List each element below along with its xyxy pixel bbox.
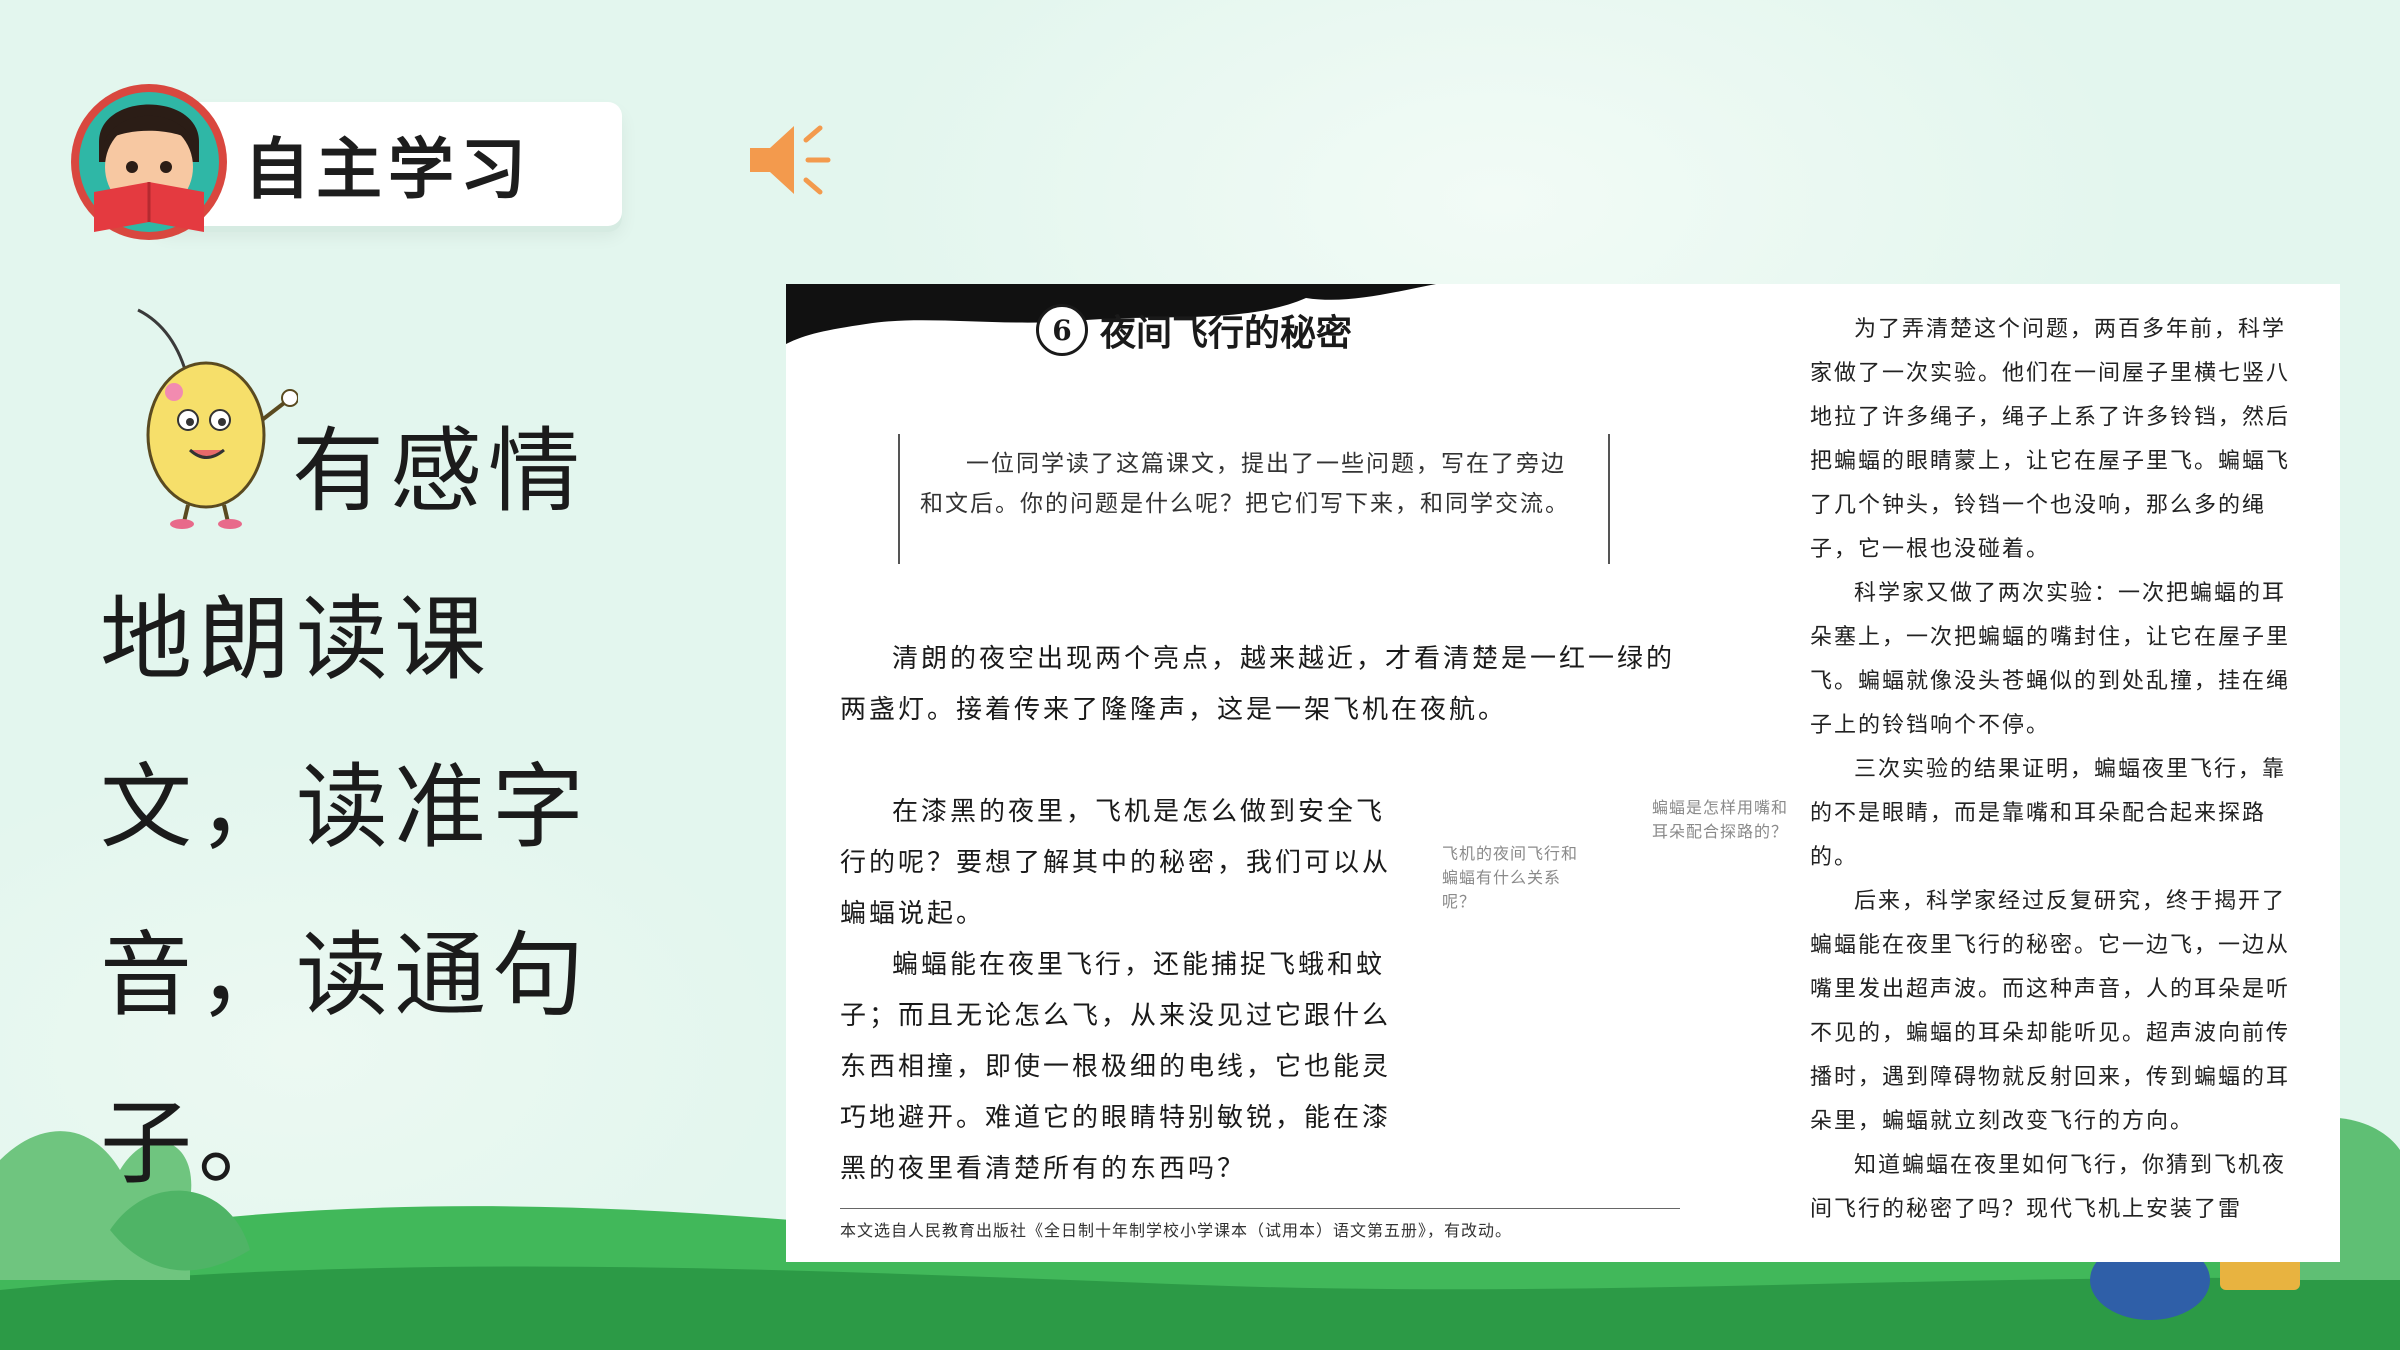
section-badge: 自主学习 — [64, 72, 622, 242]
paragraph-1: 清朗的夜空出现两个亮点，越来越近，才看清楚是一红一绿的两盏灯。接着传来了隆隆声，… — [840, 644, 1676, 725]
lesson-number: 6 — [1036, 304, 1088, 356]
paragraph-7: 后来，科学家经过反复研究，终于揭开了蝙蝠能在夜里飞行的秘密。它一边飞，一边从嘴里… — [1810, 889, 2291, 1134]
paragraph-4: 为了弄清楚这个问题，两百多年前，科学家做了一次实验。他们在一间屋子里横七竖八地拉… — [1810, 317, 2291, 562]
textbook-page: 6 夜间飞行的秘密 一位同学读了这篇课文，提出了一些问题，写在了旁边和文后。你的… — [786, 284, 2340, 1262]
source-footnote: 本文选自人民教育出版社《全日制十年制学校小学课本（试用本）语文第五册》，有改动。 — [840, 1208, 1680, 1241]
intro-note: 一位同学读了这篇课文，提出了一些问题，写在了旁边和文后。你的问题是什么呢？把它们… — [898, 434, 1610, 564]
paragraph-6: 三次实验的结果证明，蝙蝠夜里飞行，靠的不是眼睛，而是靠嘴和耳朵配合起来探路的。 — [1810, 757, 2287, 870]
margin-note-1: 飞机的夜间飞行和蝙蝠有什么关系呢？ — [1442, 844, 1579, 911]
reading-boy-avatar-icon — [71, 84, 227, 240]
lesson-title-text: 夜间飞行的秘密 — [1100, 312, 1353, 354]
badge-label: 自主学习 — [244, 131, 532, 208]
reading-prompt: 有感情地朗读课文，读准字音，读通句子。 — [100, 418, 591, 1197]
lesson-title: 6 夜间飞行的秘密 — [1036, 304, 1352, 356]
paragraph-2: 在漆黑的夜里，飞机是怎么做到安全飞行的呢？要想了解其中的秘密，我们可以从蝙蝠说起… — [840, 797, 1392, 929]
margin-note-2: 蝙蝠是怎样用嘴和耳朵配合探路的？ — [1652, 798, 1789, 841]
paragraph-3: 蝙蝠能在夜里飞行，还能捕捉飞蛾和蚊子；而且无论怎么飞，从来没见过它跟什么东西相撞… — [840, 950, 1392, 1184]
paragraph-8: 知道蝙蝠在夜里如何飞行，你猜到飞机夜间飞行的秘密了吗？现代飞机上安装了雷 — [1810, 1153, 2287, 1222]
paragraph-5: 科学家又做了两次实验：一次把蝙蝠的耳朵塞上，一次把蝙蝠的嘴封住，让它在屋子里飞。… — [1810, 581, 2291, 738]
speaker-icon[interactable] — [744, 118, 834, 202]
